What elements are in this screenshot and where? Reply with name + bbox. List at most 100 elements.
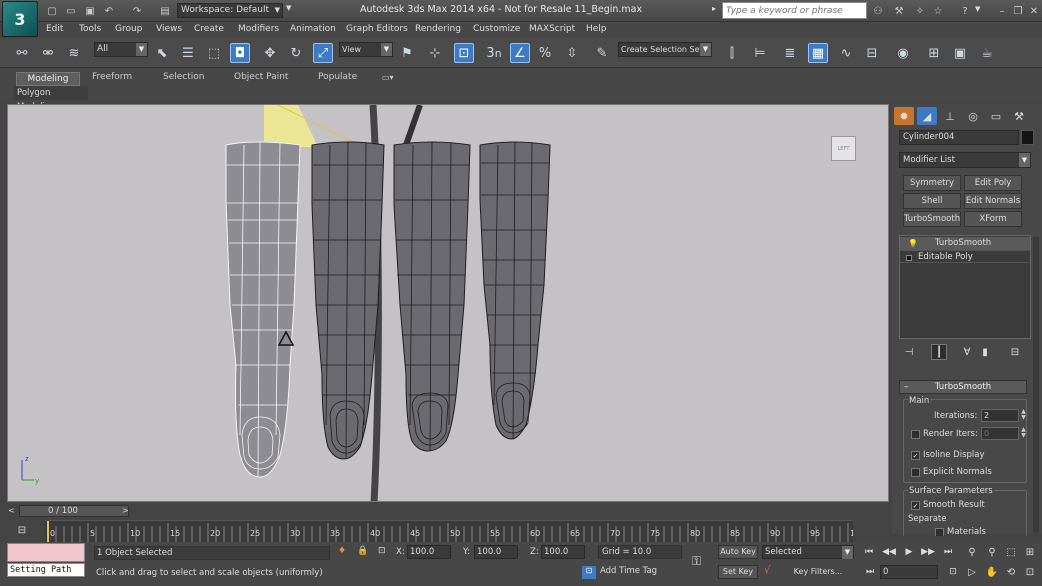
menu-group[interactable]: Group bbox=[115, 24, 142, 34]
rectangular-selection-icon[interactable]: ⬚ bbox=[204, 43, 224, 63]
menu-views[interactable]: Views bbox=[156, 24, 182, 34]
key-selection-dropdown[interactable]: Selected ▼ bbox=[762, 545, 854, 559]
hierarchy-tab-icon[interactable]: ⊥ bbox=[940, 107, 960, 125]
select-manipulate-icon[interactable]: ⊹ bbox=[425, 43, 445, 63]
time-slider[interactable]: 0 / 100 bbox=[19, 505, 129, 517]
select-and-move-icon[interactable]: ✥ bbox=[260, 43, 280, 63]
key-mode-icon[interactable]: ⏭ bbox=[862, 565, 878, 579]
menu-customize[interactable]: Customize bbox=[473, 24, 520, 34]
stack-item-editable-poly[interactable]: Editable Poly bbox=[900, 250, 1030, 263]
display-tab-icon[interactable]: ▭ bbox=[986, 107, 1006, 125]
app-logo-icon[interactable]: 3 bbox=[2, 1, 38, 37]
menu-animation[interactable]: Animation bbox=[290, 24, 336, 34]
spinner-snap-icon[interactable]: ⇳ bbox=[562, 43, 582, 63]
time-tag-icon[interactable]: ⊡ bbox=[582, 566, 596, 579]
curve-editor-icon[interactable]: ∿ bbox=[836, 43, 856, 63]
render-iters-checkbox[interactable] bbox=[911, 430, 920, 439]
make-unique-icon[interactable]: ∀ bbox=[959, 344, 975, 360]
spinner-arrows-icon[interactable]: ▲ ▼ bbox=[1020, 427, 1027, 440]
zoom-icon[interactable]: ⚲ bbox=[964, 545, 980, 560]
play-icon[interactable]: ▶ bbox=[901, 545, 917, 559]
finger-mesh-3[interactable] bbox=[393, 141, 471, 452]
edit-normals-button[interactable]: Edit Normals bbox=[964, 193, 1022, 209]
restore-icon[interactable]: ❐ bbox=[1010, 3, 1026, 19]
tab-object-paint[interactable]: Object Paint bbox=[234, 72, 288, 86]
schematic-view-icon[interactable]: ⊟ bbox=[862, 43, 882, 63]
select-and-scale-icon[interactable]: ⤢ bbox=[313, 43, 333, 63]
field-of-view-icon[interactable]: ▷ bbox=[964, 565, 980, 580]
y-coord-field[interactable]: 100.0 bbox=[474, 545, 518, 559]
quick-access-dropdown-icon[interactable]: ▼ bbox=[286, 4, 291, 12]
angle-snap-icon[interactable]: ∠ bbox=[510, 43, 530, 63]
zoom-extents-icon[interactable]: ⬚ bbox=[1003, 545, 1019, 560]
key-filters-button[interactable]: Key Filters... bbox=[782, 565, 854, 579]
selection-lock-icon[interactable]: 🔒 bbox=[357, 546, 368, 556]
setting-path-field[interactable]: Setting Path bbox=[7, 563, 85, 577]
zoom-all-icon[interactable]: ⚲ bbox=[984, 545, 1000, 560]
named-selection-set-dropdown[interactable]: Create Selection Set ▼ bbox=[618, 42, 712, 57]
help-icon[interactable]: ? bbox=[957, 3, 973, 19]
render-teapot-icon[interactable]: ☕ bbox=[977, 43, 997, 63]
render-setup-icon[interactable]: ⊞ bbox=[924, 43, 944, 63]
selection-filter-dropdown[interactable]: All ▼ bbox=[94, 42, 148, 57]
create-tab-icon[interactable]: ✹ bbox=[894, 107, 914, 125]
explicit-normals-checkbox[interactable] bbox=[911, 468, 920, 477]
keyboard-shortcut-override-icon[interactable]: ⊡ bbox=[454, 43, 474, 63]
redo-icon[interactable]: ↷ bbox=[129, 3, 145, 19]
menu-modifiers[interactable]: Modifiers bbox=[238, 24, 279, 34]
set-key-button[interactable]: Set Key bbox=[718, 565, 758, 579]
percent-snap-icon[interactable]: % bbox=[535, 43, 555, 63]
viewport-left[interactable]: z y bbox=[7, 104, 889, 502]
favorites-star-icon[interactable]: ☆ bbox=[930, 3, 946, 19]
mirror-icon[interactable]: ⫿ bbox=[722, 43, 742, 63]
menu-graph-editors[interactable]: Graph Editors bbox=[346, 24, 408, 34]
go-to-end-icon[interactable]: ⏭ bbox=[940, 545, 956, 559]
previous-frame-icon[interactable]: ◀◀ bbox=[881, 545, 897, 559]
menu-rendering[interactable]: Rendering bbox=[415, 24, 461, 34]
material-editor-icon[interactable]: ◉ bbox=[893, 43, 913, 63]
current-frame-field[interactable]: 0 bbox=[880, 565, 938, 579]
project-folder-icon[interactable]: ▤ bbox=[157, 3, 173, 19]
expand-arrow-icon[interactable]: ▸ bbox=[712, 4, 716, 13]
symmetry-button[interactable]: Symmetry bbox=[903, 175, 961, 191]
layer-manager-icon[interactable]: ≣ bbox=[780, 43, 800, 63]
close-icon[interactable]: ✕ bbox=[1026, 3, 1042, 19]
pivot-center-icon[interactable]: ⚑ bbox=[397, 43, 417, 63]
undo-icon[interactable]: ↶ bbox=[101, 3, 117, 19]
pan-hand-icon[interactable]: ✋ bbox=[984, 565, 1000, 580]
shell-button[interactable]: Shell bbox=[903, 193, 961, 209]
tab-modeling[interactable]: Modeling bbox=[16, 72, 80, 86]
remove-modifier-icon[interactable]: ▮ bbox=[977, 344, 993, 360]
auto-key-button[interactable]: Auto Key bbox=[718, 545, 758, 559]
binoculars-icon[interactable]: ⚇ bbox=[870, 3, 886, 19]
object-color-swatch[interactable] bbox=[1021, 130, 1034, 145]
orbit-icon[interactable]: ⟲ bbox=[1003, 565, 1019, 580]
menu-create[interactable]: Create bbox=[194, 24, 224, 34]
menu-help[interactable]: Help bbox=[586, 24, 607, 34]
modify-tab-icon[interactable]: ◢ bbox=[917, 107, 937, 125]
next-frame-button-icon[interactable]: ▶▶ bbox=[920, 545, 936, 559]
menu-maxscript[interactable]: MAXScript bbox=[529, 24, 575, 34]
maximize-viewport-icon[interactable]: ⊡ bbox=[1022, 565, 1038, 580]
lightbulb-icon[interactable]: 💡 bbox=[908, 237, 918, 250]
communication-center-icon[interactable]: ✧ bbox=[912, 3, 928, 19]
rollout-header[interactable]: – TurboSmooth bbox=[899, 380, 1027, 394]
zoom-extents-all-icon[interactable]: ⊞ bbox=[1022, 545, 1038, 560]
utilities-tab-icon[interactable]: ⚒ bbox=[1009, 107, 1029, 125]
z-coord-field[interactable]: 100.0 bbox=[541, 545, 585, 559]
unlink-icon[interactable]: ⚮ bbox=[38, 43, 58, 63]
save-file-icon[interactable]: ▣ bbox=[82, 3, 98, 19]
menu-edit[interactable]: Edit bbox=[46, 24, 63, 34]
spinner-arrows-icon[interactable]: ▲ ▼ bbox=[1020, 409, 1027, 422]
ribbon-panel-polygon-modeling[interactable]: Polygon Modeling bbox=[14, 86, 88, 112]
select-by-name-icon[interactable]: ☰ bbox=[178, 43, 198, 63]
command-panel-scrollbar[interactable] bbox=[1033, 237, 1039, 533]
menu-tools[interactable]: Tools bbox=[79, 24, 101, 34]
tab-populate[interactable]: Populate bbox=[318, 72, 357, 86]
iterations-spinner[interactable]: 2 bbox=[981, 409, 1019, 422]
edit-poly-button[interactable]: Edit Poly bbox=[964, 175, 1022, 191]
rendered-frame-window-icon[interactable]: ▣ bbox=[950, 43, 970, 63]
add-time-tag[interactable]: Add Time Tag bbox=[600, 566, 657, 576]
object-name-field[interactable]: Cylinder004 bbox=[899, 130, 1019, 145]
default-tangent-icon[interactable]: √ bbox=[764, 565, 770, 576]
